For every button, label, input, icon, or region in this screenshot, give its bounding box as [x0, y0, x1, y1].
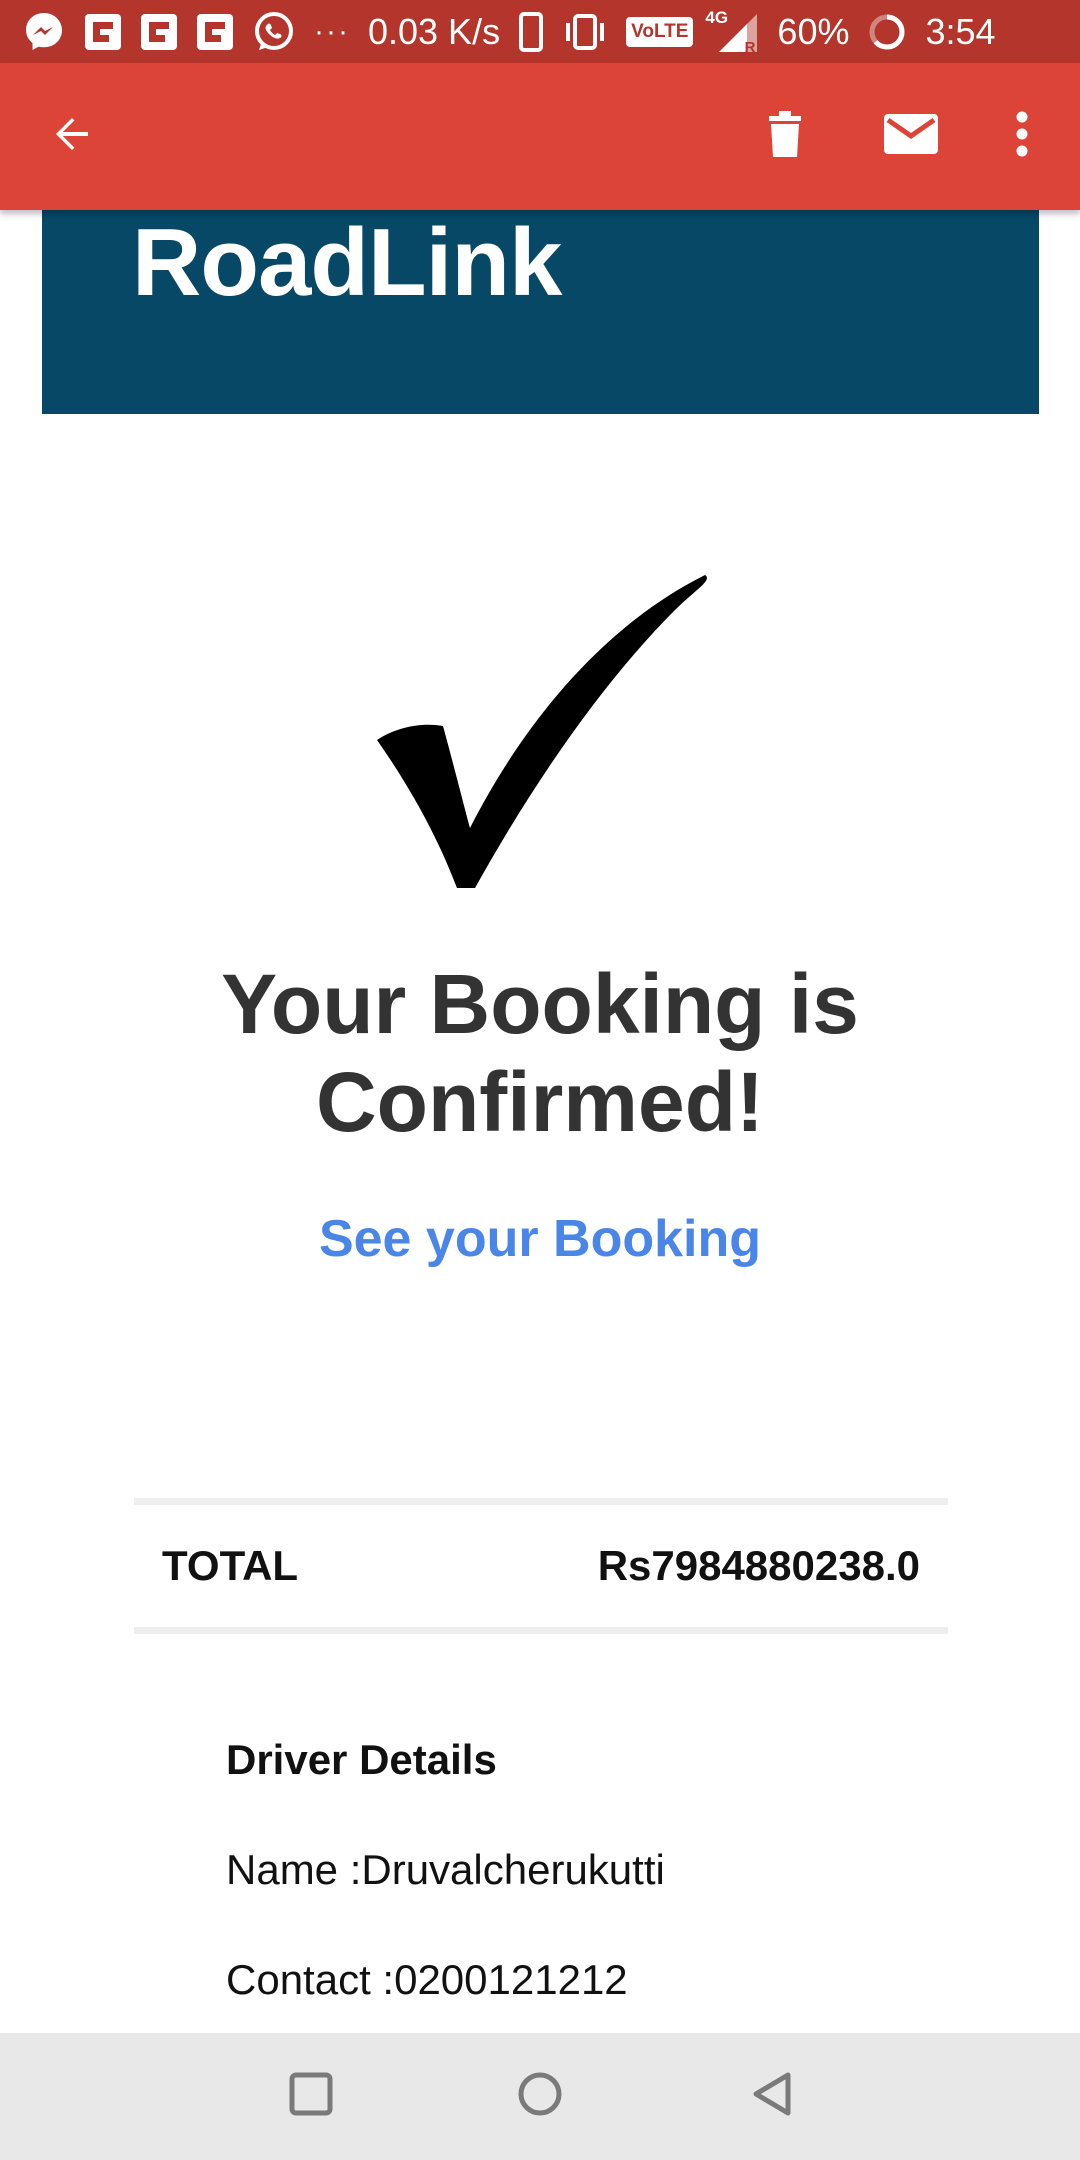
flipboard-icon: [84, 10, 122, 54]
battery-icon: [867, 10, 907, 54]
signal-icon: 4G R: [705, 8, 759, 56]
trash-icon: [761, 108, 809, 165]
total-value: Rs7984880238.0: [597, 1542, 920, 1589]
arrow-back-icon: [48, 110, 96, 163]
volte-badge: VoLTE: [626, 16, 694, 47]
mail-icon: [883, 112, 939, 161]
messenger-icon: [22, 10, 66, 54]
home-button[interactable]: [480, 2033, 600, 2160]
square-icon: [289, 2072, 333, 2121]
delete-button[interactable]: [740, 63, 830, 210]
whatsapp-icon: [252, 10, 296, 54]
brand-banner: RoadLink: [42, 195, 1039, 414]
roaming-indicator: R: [744, 38, 756, 56]
driver-details-heading: Driver Details: [226, 1736, 497, 1783]
driver-name: Name :Druvalcherukutti: [226, 1846, 665, 1893]
circle-icon: [517, 2071, 563, 2122]
checkmark-icon: [375, 570, 715, 890]
confirmation-title: Your Booking is Confirmed!: [221, 957, 859, 1149]
recents-button[interactable]: [251, 2033, 371, 2160]
see-booking-link[interactable]: See your Booking: [240, 1205, 840, 1273]
app-bar: [0, 63, 1080, 210]
clock: 3:54: [925, 10, 996, 52]
brand-logo-text: RoadLink: [132, 209, 562, 316]
total-label: TOTAL: [162, 1542, 299, 1589]
status-bar: ··· 0.03 K/s VoLTE 4G R 60% 3:54: [0, 0, 1080, 63]
back-button[interactable]: [30, 63, 114, 210]
driver-contact: Contact :0200121212: [226, 1956, 628, 2003]
more-notifications-icon: ···: [314, 14, 350, 48]
phone-icon: [518, 10, 544, 54]
network-type: 4G: [705, 7, 729, 27]
navigation-bar: [0, 2033, 1080, 2160]
flipboard-icon: [196, 10, 234, 54]
more-options-button[interactable]: [990, 63, 1054, 210]
screen: ··· 0.03 K/s VoLTE 4G R 60% 3:54 RoadLin…: [0, 0, 1080, 2160]
total-row: TOTAL Rs7984880238.0: [134, 1498, 948, 1634]
battery-percent: 60%: [777, 10, 850, 52]
vibrate-icon: [562, 10, 608, 54]
back-nav-button[interactable]: [712, 2033, 832, 2160]
net-speed: 0.03 K/s: [367, 10, 501, 52]
triangle-back-icon: [750, 2070, 794, 2123]
mark-unread-button[interactable]: [866, 63, 956, 210]
flipboard-icon: [140, 10, 178, 54]
more-vert-icon: [1015, 111, 1029, 162]
